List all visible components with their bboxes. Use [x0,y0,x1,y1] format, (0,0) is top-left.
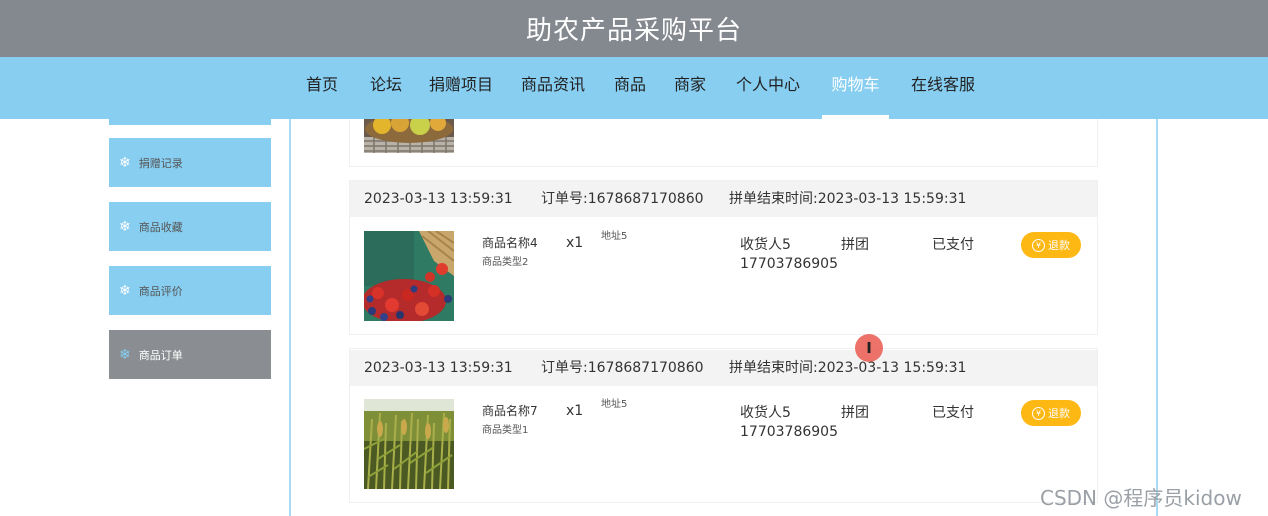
watermark: CSDN @程序员kidow [1040,486,1242,510]
receiver-phone: 17703786905 [740,424,838,440]
product-type: 商品类型1 [482,425,529,436]
refund-label: 退款 [1048,239,1070,252]
receiver-name: 收货人5 [740,237,791,253]
nav-home[interactable]: 首页 [296,57,348,119]
yen-icon: ¥ [1032,406,1045,420]
product-image-corn-field[interactable] [364,399,454,489]
nav-forum[interactable]: 论坛 [360,57,412,119]
product-type: 商品类型2 [482,257,529,268]
site-header: 助农产品采购平台 [0,0,1268,57]
order-header: 2023-03-13 13:59:31 订单号:1678687170860 拼单… [350,181,1097,217]
group-end-time: 拼单结束时间:2023-03-13 15:59:31 [729,360,967,376]
sidebar-item-reviews[interactable]: ❄ 商品评价 [109,266,271,315]
shipping-address: 地址5 [601,231,628,242]
receiver-name: 收货人5 [740,405,791,421]
refund-label: 退款 [1048,407,1070,420]
order-type: 拼团 [841,237,869,253]
product-quantity: x1 [566,235,584,251]
product-quantity: x1 [566,403,584,419]
shipping-address: 地址5 [601,399,628,410]
refund-button[interactable]: ¥ 退款 [1021,400,1081,426]
snowflake-icon: ❄ [119,218,131,235]
nav-cart[interactable]: 购物车 [822,57,889,119]
main-nav: 首页 论坛 捐赠项目 商品资讯 商品 商家 个人中心 购物车 在线客服 [0,57,1268,119]
content-border-left [289,119,291,516]
nav-product-news[interactable]: 商品资讯 [512,57,594,119]
snowflake-icon: ❄ [119,346,131,363]
site-title: 助农产品采购平台 [525,16,742,46]
sidebar-item-favorites[interactable]: ❄ 商品收藏 [109,202,271,251]
order-header: 2023-03-13 13:59:31 订单号:1678687170860 拼单… [350,350,1097,386]
receiver-phone: 17703786905 [740,256,838,272]
order-number: 订单号:1678687170860 [541,191,704,207]
snowflake-icon: ❄ [119,154,131,171]
sidebar-item-partial[interactable] [109,119,271,125]
order-status: 已支付 [932,405,974,421]
order-date: 2023-03-13 13:59:31 [364,360,513,376]
order-number: 订单号:1678687170860 [541,360,704,376]
content-border-right [1156,119,1158,516]
product-name: 商品名称4 [482,236,538,250]
group-end-time: 拼单结束时间:2023-03-13 15:59:31 [729,191,967,207]
yen-icon: ¥ [1032,238,1045,252]
sidebar-item-label: 商品收藏 [138,220,183,234]
sidebar-item-donation-records[interactable]: ❄ 捐赠记录 [109,138,271,187]
sidebar-item-orders[interactable]: ❄ 商品订单 [109,330,271,379]
refund-button[interactable]: ¥ 退款 [1021,232,1081,258]
nav-personal-center[interactable]: 个人中心 [726,57,810,119]
sidebar-item-label: 商品评价 [138,284,183,298]
nav-merchants[interactable]: 商家 [664,57,716,119]
order-status: 已支付 [932,237,974,253]
order-type: 拼团 [841,405,869,421]
sidebar-item-label: 捐赠记录 [138,156,183,170]
order-card-partial [349,119,1098,167]
product-image-fruit-basket [364,119,454,153]
nav-products[interactable]: 商品 [604,57,656,119]
nav-online-service[interactable]: 在线客服 [900,57,986,119]
product-image-strawberries[interactable] [364,231,454,321]
sidebar-item-label: 商品订单 [138,348,183,362]
text-cursor-icon: I [855,334,883,362]
nav-donation-projects[interactable]: 捐赠项目 [420,57,502,119]
product-name: 商品名称7 [482,404,538,418]
snowflake-icon: ❄ [119,282,131,299]
order-date: 2023-03-13 13:59:31 [364,191,513,207]
